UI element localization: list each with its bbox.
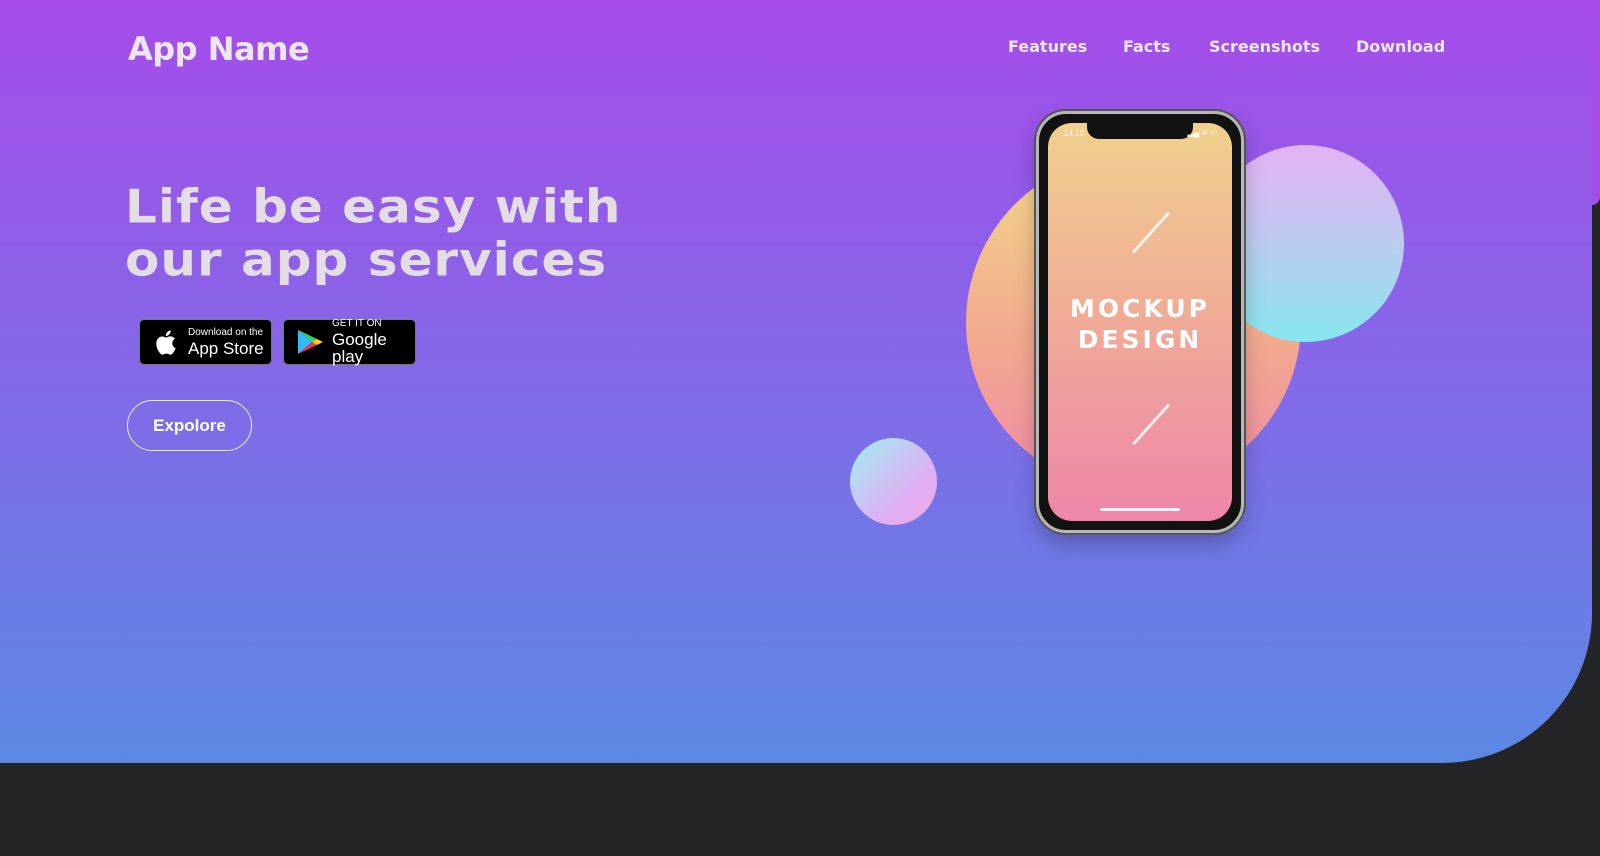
screen-shine-bottom	[1131, 403, 1171, 446]
google-play-big-text: Google play	[332, 330, 387, 366]
headline-line-2: our app services	[125, 233, 608, 287]
phone-screen-text: MOCKUP DESIGN	[1048, 293, 1232, 355]
app-store-small-text: Download on the	[188, 326, 264, 338]
google-play-badge[interactable]: GET IT ON Google play	[283, 319, 416, 365]
phone-screen: 14:10 ▂▄ ≋ ▭ MOCKUP DESIGN	[1048, 123, 1232, 521]
phone-screen-line-1: MOCKUP	[1069, 294, 1211, 323]
explore-button[interactable]: Expolore	[127, 400, 252, 451]
nav-features[interactable]: Features	[1008, 37, 1087, 56]
app-store-badge[interactable]: Download on the App Store	[139, 319, 272, 365]
google-play-small-text: GET IT ON	[332, 318, 382, 329]
nav-screenshots[interactable]: Screenshots	[1209, 37, 1320, 56]
google-play-icon	[298, 330, 323, 354]
decorative-circle-small	[850, 438, 937, 525]
headline-line-1: Life be easy with	[125, 180, 622, 234]
phone-status-icons: ▂▄ ≋ ▭	[1187, 128, 1218, 137]
google-play-badge-text: GET IT ON Google play	[332, 318, 415, 366]
hero-section: App Name Features Facts Screenshots Down…	[0, 0, 1592, 763]
nav-download[interactable]: Download	[1356, 37, 1445, 56]
hero-edge-strip	[1592, 0, 1600, 205]
phone-mockup: 14:10 ▂▄ ≋ ▭ MOCKUP DESIGN	[1036, 111, 1244, 533]
apple-icon	[156, 330, 176, 355]
app-store-badge-text: Download on the App Store	[188, 326, 264, 358]
hero-headline: Life be easy with our app services	[125, 180, 621, 287]
brand-logo[interactable]: App Name	[128, 30, 310, 68]
phone-status-time: 14:10	[1064, 129, 1085, 138]
screen-shine-top	[1131, 211, 1171, 254]
nav-facts[interactable]: Facts	[1123, 37, 1170, 56]
phone-notch	[1087, 123, 1193, 139]
app-store-big-text: App Store	[188, 338, 264, 358]
phone-home-indicator	[1100, 508, 1180, 511]
phone-screen-line-2: DESIGN	[1077, 325, 1203, 354]
